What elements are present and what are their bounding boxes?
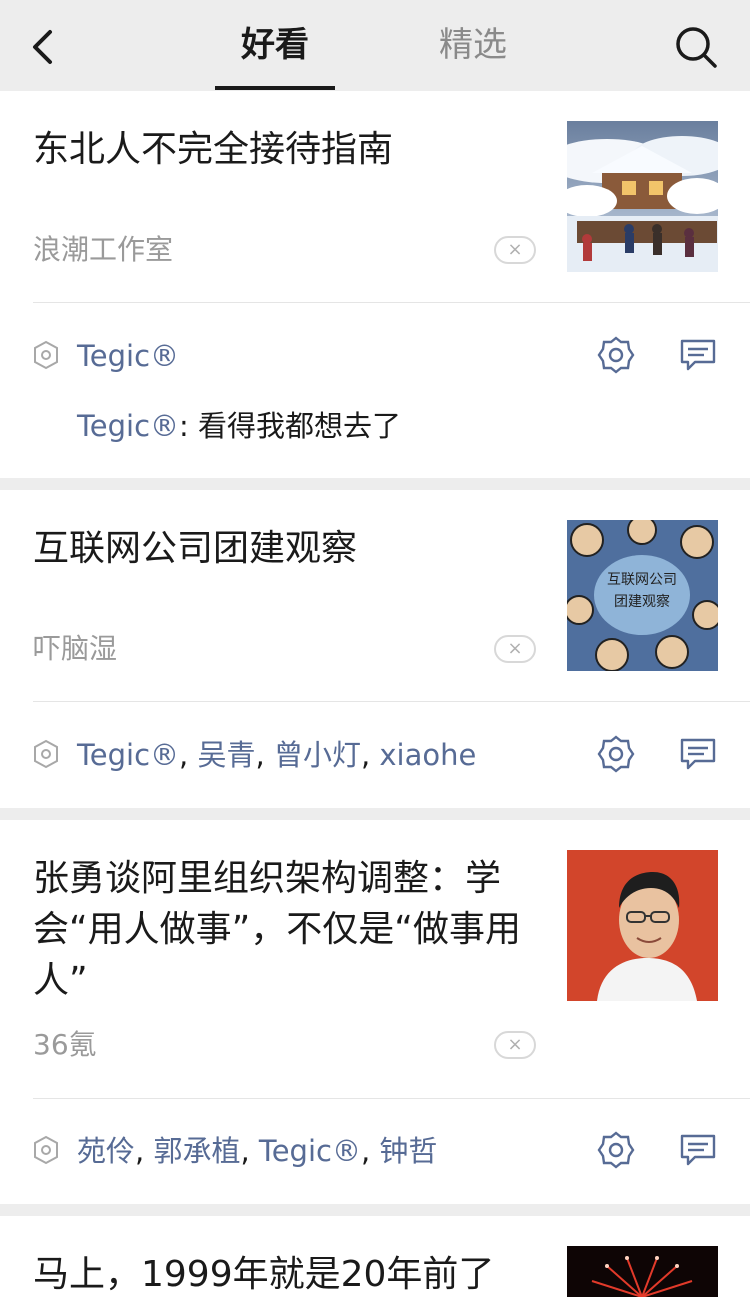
liker-name[interactable]: 钟哲	[379, 1134, 437, 1168]
dismiss-button[interactable]: ×	[494, 236, 536, 264]
like-icon[interactable]	[597, 336, 635, 374]
article-source: 浪潮工作室	[33, 233, 174, 266]
article-title[interactable]: 张勇谈阿里组织架构调整：学会“用人做事”，不仅是“做事用人”	[33, 853, 523, 1006]
liker-name[interactable]: Tegic®	[77, 339, 179, 373]
article-title[interactable]: 互联网公司团建观察	[33, 523, 523, 574]
comment-icon[interactable]	[679, 737, 717, 771]
liker-separator: ,	[360, 738, 380, 772]
like-icon[interactable]	[597, 735, 635, 773]
article-source: 吓脑湿	[33, 632, 118, 665]
dismiss-button[interactable]: ×	[494, 1031, 536, 1059]
comment-separator: :	[179, 409, 199, 443]
liker-name[interactable]: Tegic®	[259, 1134, 361, 1168]
thumb-caption-line2: 团建观察	[614, 593, 670, 610]
liker-separator: ,	[135, 1134, 154, 1168]
liker-list: 苑伶, 郭承植, Tegic®, 钟哲	[77, 1131, 437, 1171]
comment-body: 看得我都想去了	[198, 409, 402, 443]
liker-separator: ,	[179, 738, 198, 772]
liker-list: Tegic®, 吴青, 曾小灯, xiaohe	[77, 735, 476, 775]
dismiss-button[interactable]: ×	[494, 635, 536, 663]
team-building-cartoon-image: 互联网公司 团建观察	[567, 520, 718, 671]
article-card[interactable]: 互联网公司团建观察 吓脑湿 × 互联网公司 团建观察 Tegic®, 吴青, 曾…	[0, 490, 750, 808]
liker-name[interactable]: 苑伶	[77, 1134, 135, 1168]
active-tab-indicator	[215, 86, 335, 90]
liker-name[interactable]: 曾小灯	[274, 738, 361, 772]
card-divider	[33, 701, 750, 702]
search-icon[interactable]	[672, 22, 722, 72]
top-nav-bar: 好看 精选	[0, 0, 750, 91]
article-thumbnail[interactable]	[567, 121, 718, 272]
article-source: 36氪	[33, 1028, 97, 1061]
comment-author[interactable]: Tegic®	[77, 409, 179, 443]
tab-jingxuan[interactable]: 精选	[413, 20, 533, 70]
close-icon: ×	[507, 239, 523, 260]
like-icon[interactable]	[597, 1131, 635, 1169]
article-thumbnail[interactable]: 互联网公司 团建观察	[567, 520, 718, 671]
comment-icon[interactable]	[679, 1133, 717, 1167]
liker-separator: ,	[240, 1134, 259, 1168]
comment-text: Tegic®: 看得我都想去了	[77, 406, 401, 446]
article-card[interactable]: 马上，1999年就是20年前了	[0, 1216, 750, 1297]
card-divider	[33, 302, 750, 303]
thumb-caption-line1: 互联网公司	[607, 572, 677, 588]
close-icon: ×	[507, 638, 523, 659]
snow-village-image	[567, 121, 718, 272]
article-title[interactable]: 东北人不完全接待指南	[33, 124, 523, 175]
article-thumbnail[interactable]	[567, 1246, 718, 1297]
liker-name[interactable]: 郭承植	[153, 1134, 240, 1168]
back-arrow-icon[interactable]	[22, 22, 66, 72]
liker-name[interactable]: 吴青	[197, 738, 255, 772]
liker-separator: ,	[360, 1134, 380, 1168]
liker-name[interactable]: Tegic®	[77, 738, 179, 772]
like-network-icon	[34, 739, 58, 769]
tab-haokan[interactable]: 好看	[215, 20, 335, 70]
like-network-icon	[34, 340, 58, 370]
article-thumbnail[interactable]	[567, 850, 718, 1001]
comment-icon[interactable]	[679, 338, 717, 372]
article-card[interactable]: 张勇谈阿里组织架构调整：学会“用人做事”，不仅是“做事用人” 36氪 × 苑伶,…	[0, 820, 750, 1204]
close-icon: ×	[507, 1034, 523, 1055]
liker-name[interactable]: xiaohe	[379, 738, 476, 772]
article-card[interactable]: 东北人不完全接待指南 浪潮工作室 × Tegic® Tegic®: 看得我都想去…	[0, 91, 750, 478]
like-network-icon	[34, 1135, 58, 1165]
portrait-photo-image	[567, 850, 718, 1001]
liker-list: Tegic®	[77, 336, 179, 376]
card-divider	[33, 1098, 750, 1099]
article-title[interactable]: 马上，1999年就是20年前了	[33, 1249, 523, 1297]
fireworks-image	[567, 1246, 718, 1297]
liker-separator: ,	[255, 738, 274, 772]
